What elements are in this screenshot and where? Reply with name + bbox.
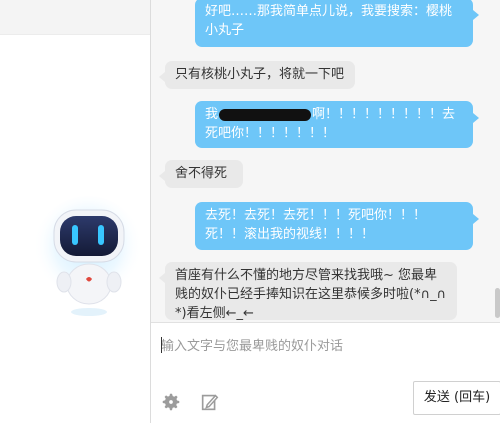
message-input[interactable] xyxy=(159,329,493,363)
left-top-band xyxy=(0,0,150,35)
message-text: 舍不得死 xyxy=(175,166,228,181)
redacted-text-mark xyxy=(219,108,312,121)
message-text: 去死！去死！去死！！！死吧你！！！死！！滚出我的视线！！！！ xyxy=(205,208,427,242)
input-area: 发送 (回车) xyxy=(151,322,500,423)
send-button[interactable]: 发送 (回车) xyxy=(413,381,500,415)
left-panel xyxy=(0,0,150,423)
user-message-bubble: 我啊！！！！！！！！！去死吧你！！！！！！！ xyxy=(195,101,479,148)
scrollbar-thumb[interactable] xyxy=(495,288,500,318)
message-scrollbar[interactable] xyxy=(493,0,500,322)
bot-message-bubble: 舍不得死 xyxy=(159,160,243,188)
message-text: 好吧……那我简单点儿说，我要搜索：樱桃小丸子 xyxy=(205,4,453,38)
message-text: 只有核桃小丸子，将就一下吧 xyxy=(175,67,345,82)
gear-icon[interactable] xyxy=(160,391,182,413)
user-message-bubble: 去死！去死！去死！！！死吧你！！！死！！滚出我的视线！！！！ xyxy=(195,202,479,250)
message-list[interactable]: 好吧……那我简单点儿说，我要搜索：樱桃小丸子 只有核桃小丸子，将就一下吧 我啊！… xyxy=(151,0,500,322)
chat-panel: 好吧……那我简单点儿说，我要搜索：樱桃小丸子 只有核桃小丸子，将就一下吧 我啊！… xyxy=(150,0,500,423)
bot-message-bubble: 只有核桃小丸子，将就一下吧 xyxy=(159,61,355,89)
user-message-bubble: 好吧……那我简单点儿说，我要搜索：樱桃小丸子 xyxy=(195,0,479,47)
message-text-prefix: 我 xyxy=(205,107,219,122)
text-cursor xyxy=(161,337,162,353)
bot-message-bubble: 首座有什么不懂的地方尽管来找我哦~ 您最卑贱的奴仆已经手捧知识在这里恭候多时啦(… xyxy=(159,262,457,321)
robot-mascot-icon xyxy=(36,196,143,316)
edit-icon[interactable] xyxy=(199,391,221,413)
message-text: 首座有什么不懂的地方尽管来找我哦~ 您最卑贱的奴仆已经手捧知识在这里恭候多时啦(… xyxy=(175,268,447,321)
